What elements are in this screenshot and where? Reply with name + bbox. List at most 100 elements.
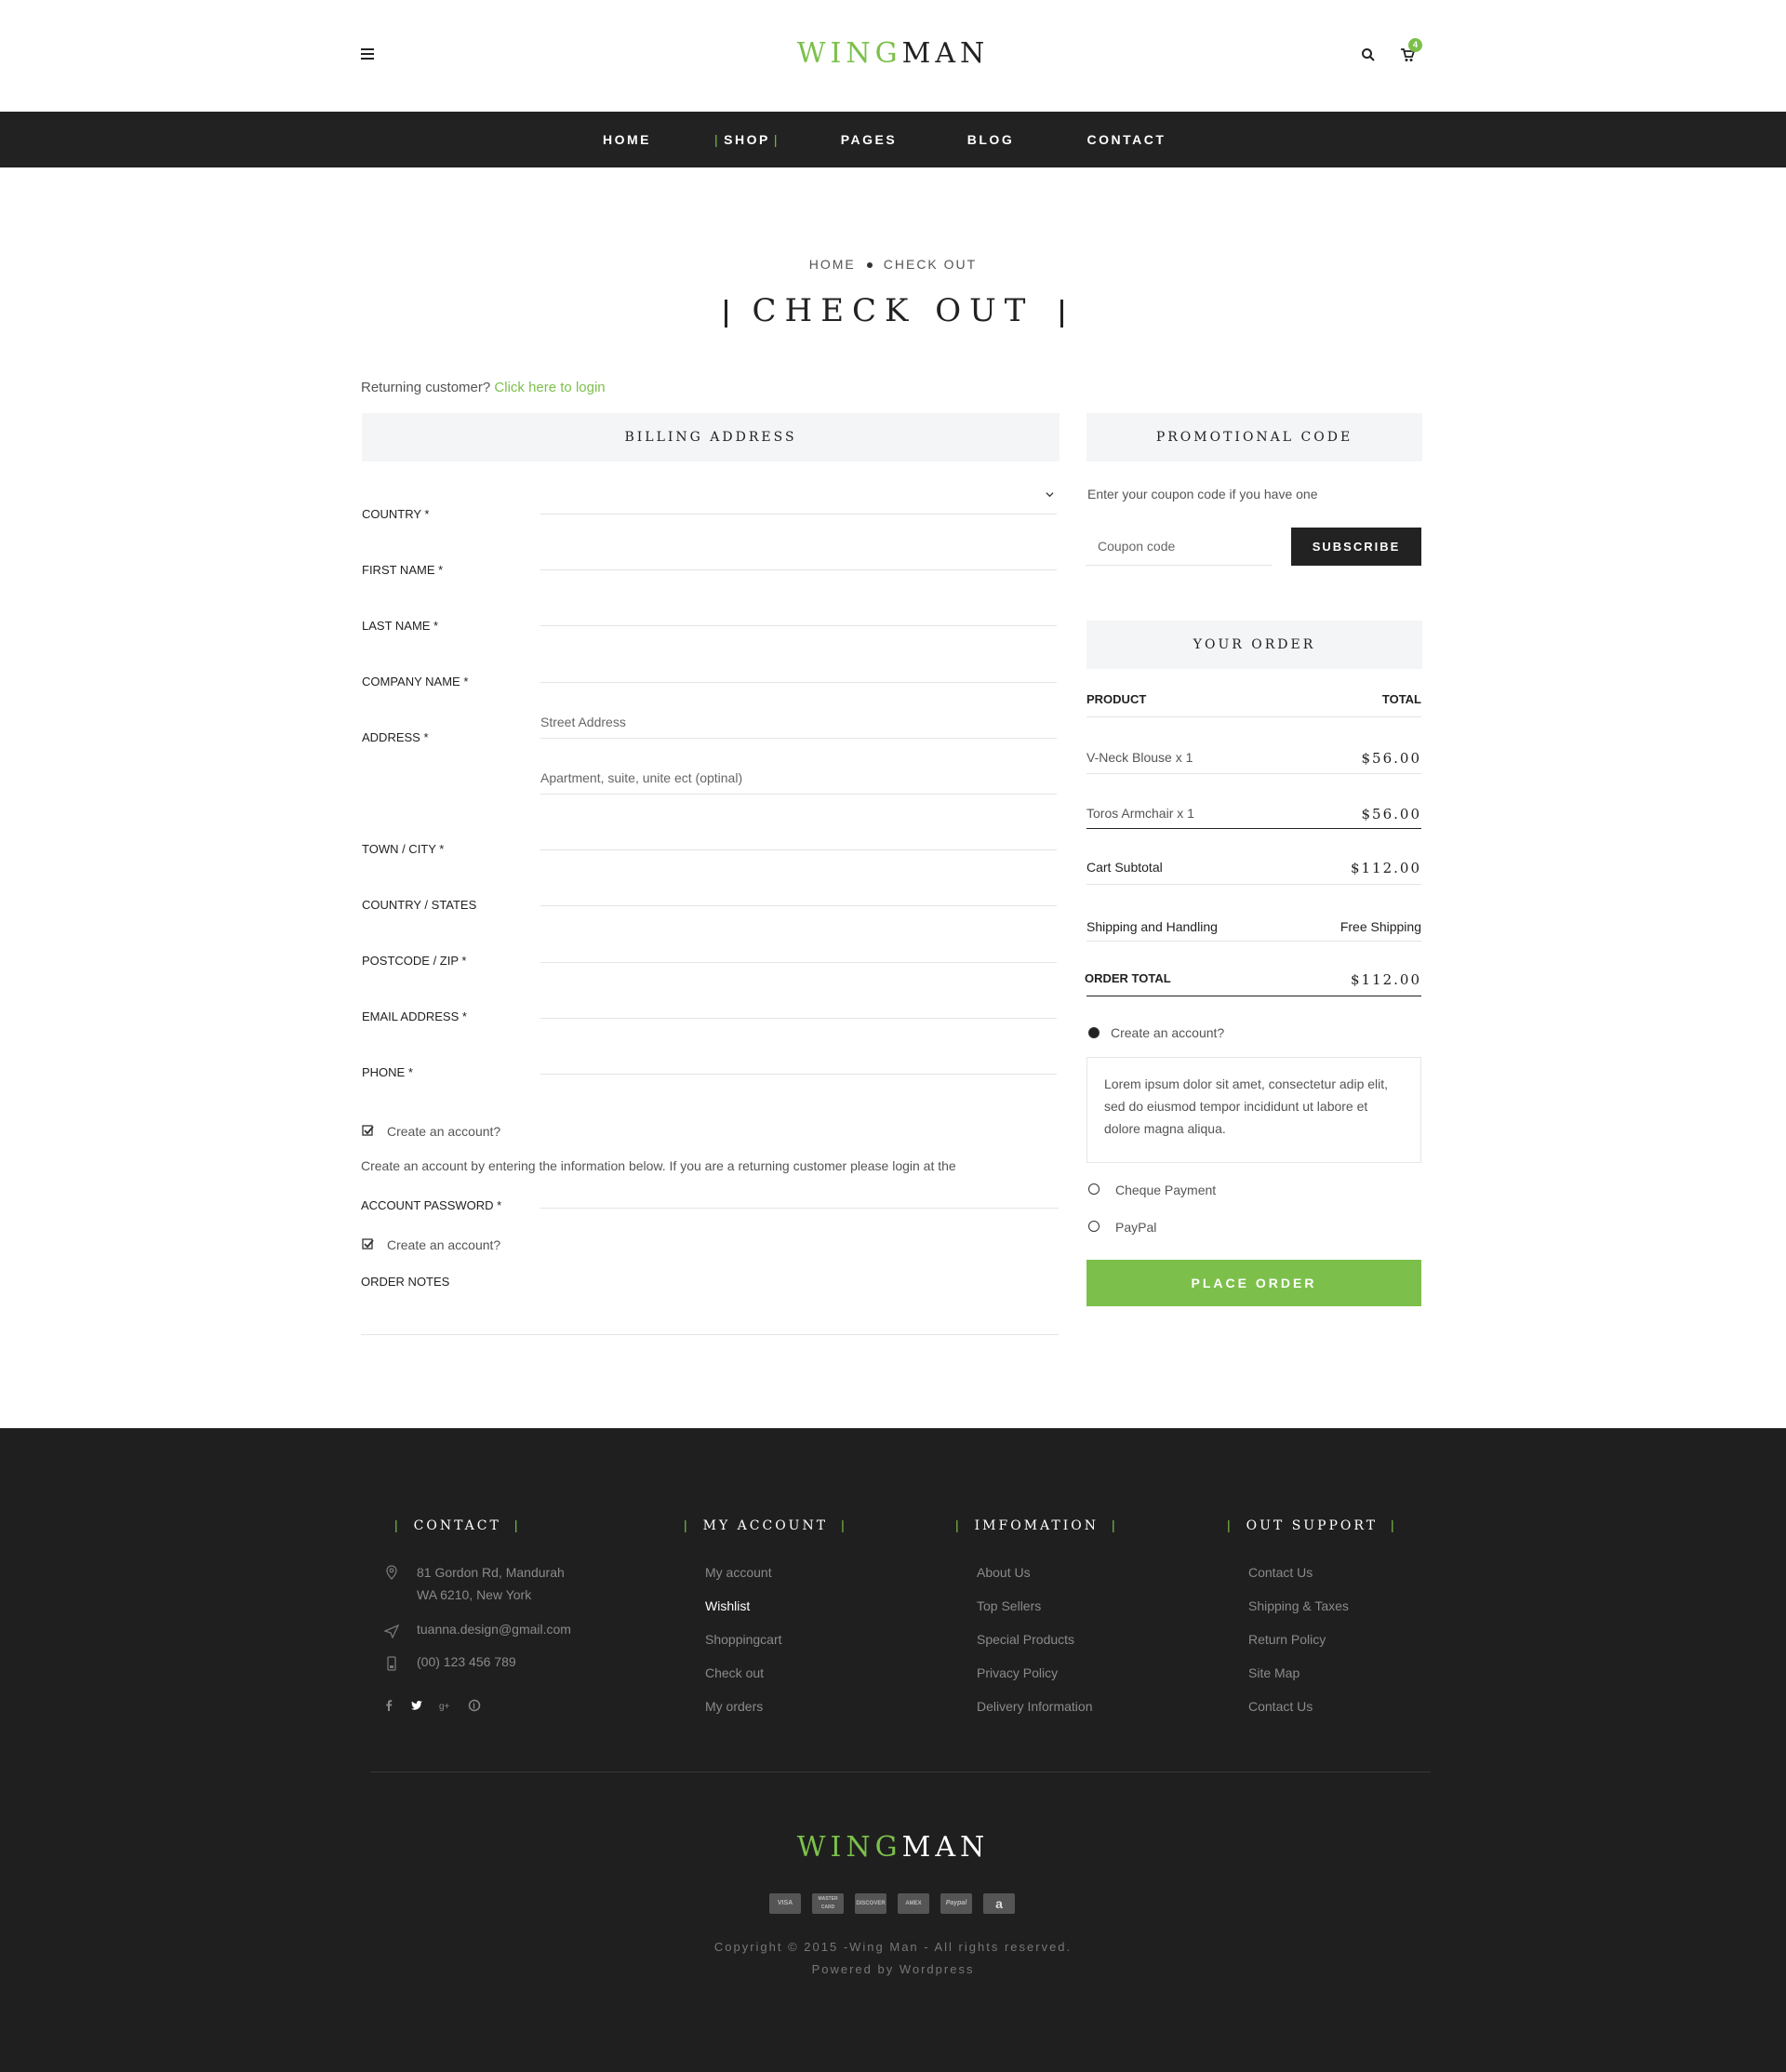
powered-by: Powered by Wordpress (811, 1962, 975, 1976)
radio-selected[interactable] (1088, 1027, 1100, 1038)
country-label: COUNTRY * (362, 507, 430, 521)
footer-link-my-account[interactable]: My account (705, 1565, 772, 1580)
footer-link-site-map[interactable]: Site Map (1248, 1665, 1300, 1680)
footer-link-my-orders[interactable]: My orders (705, 1699, 763, 1714)
last-name-field[interactable] (540, 625, 1057, 626)
breadcrumb: HOME CHECK OUT (0, 257, 1786, 272)
order-divider (1086, 773, 1421, 774)
title-bar: | (1227, 1517, 1233, 1532)
town-label: TOWN / CITY * (362, 842, 445, 856)
last-name-label: LAST NAME * (362, 619, 439, 633)
nav-home[interactable]: HOME (603, 112, 651, 167)
order-item-price: $56.00 (1361, 750, 1421, 767)
breadcrumb-separator (866, 262, 873, 269)
site-logo[interactable]: WINGMAN (0, 37, 1786, 70)
google-plus-icon[interactable]: g+ (439, 1699, 452, 1712)
amazon-icon: a (983, 1893, 1015, 1914)
search-icon[interactable] (1361, 47, 1376, 62)
radio-cheque[interactable] (1088, 1183, 1100, 1195)
nav-shop-label: SHOP (724, 132, 770, 147)
postcode-label: POSTCODE / ZIP * (362, 954, 467, 968)
footer-address-line1: 81 Gordon Rd, Mandurah (417, 1565, 565, 1580)
footer-link-delivery[interactable]: Delivery Information (977, 1699, 1093, 1714)
nav-pages[interactable]: PAGES (841, 112, 897, 167)
phone-label: PHONE * (362, 1065, 413, 1079)
paypal-label: PayPal (1115, 1220, 1157, 1235)
order-total-label: ORDER TOTAL (1085, 971, 1171, 985)
footer-link-checkout[interactable]: Check out (705, 1665, 764, 1680)
logo-green-text: WING (796, 37, 902, 70)
footer-support-title-text: OUT SUPPORT (1246, 1518, 1379, 1533)
nav-blog[interactable]: BLOG (967, 112, 1014, 167)
footer-account-title-text: MY ACCOUNT (702, 1518, 829, 1533)
footer-link-top-sellers[interactable]: Top Sellers (977, 1598, 1041, 1613)
account-password-field[interactable] (540, 1208, 1059, 1209)
twitter-icon[interactable] (410, 1699, 423, 1712)
breadcrumb-home[interactable]: HOME (809, 257, 856, 272)
apartment-field[interactable] (540, 794, 1057, 795)
nav-shop[interactable]: | SHOP | (711, 112, 783, 167)
copyright: Copyright © 2015 -Wing Man - All rights … (713, 1940, 1073, 1954)
states-field[interactable] (540, 905, 1057, 906)
footer-email[interactable]: tuanna.design@gmail.com (417, 1622, 571, 1637)
email-field[interactable] (540, 1018, 1057, 1019)
promo-heading: PROMOTIONAL CODE (1086, 413, 1422, 461)
footer-link-shipping-taxes[interactable]: Shipping & Taxes (1248, 1598, 1349, 1613)
checkbox-checked-icon[interactable] (362, 1238, 374, 1250)
subscribe-button[interactable]: SUBSCRIBE (1291, 528, 1421, 566)
footer-link-about[interactable]: About Us (977, 1565, 1031, 1580)
footer-link-shoppingcart[interactable]: Shoppingcart (705, 1632, 782, 1647)
svg-text:g+: g+ (439, 1702, 450, 1712)
town-field[interactable] (540, 849, 1057, 850)
location-icon (386, 1565, 397, 1580)
pinterest-icon[interactable] (468, 1699, 481, 1712)
footer-link-wishlist[interactable]: Wishlist (705, 1598, 750, 1613)
first-name-field[interactable] (540, 569, 1057, 570)
street-field[interactable] (540, 738, 1057, 739)
apartment-placeholder: Apartment, suite, unite ect (optinal) (540, 770, 743, 785)
footer-link-return-policy[interactable]: Return Policy (1248, 1632, 1326, 1647)
radio-paypal[interactable] (1088, 1221, 1100, 1232)
footer-link-privacy[interactable]: Privacy Policy (977, 1665, 1058, 1680)
title-bar: | (955, 1517, 962, 1532)
billing-heading: BILLING ADDRESS (362, 413, 1060, 461)
coupon-input[interactable] (1086, 527, 1272, 566)
address-label: ADDRESS * (362, 730, 429, 744)
nav-shop-bar-right: | (773, 132, 780, 147)
country-select[interactable] (540, 514, 1057, 515)
create-account-note: Create an account by entering the inform… (361, 1158, 956, 1173)
promo-hint: Enter your coupon code if you have one (1087, 487, 1318, 501)
paypal-icon: Paypal (940, 1893, 972, 1914)
subtotal-label: Cart Subtotal (1086, 860, 1163, 875)
first-name-label: FIRST NAME * (362, 563, 444, 577)
footer-info-title-text: IMFOMATION (974, 1518, 1099, 1533)
footer-link-contact-us[interactable]: Contact Us (1248, 1565, 1313, 1580)
create-account-label-2: Create an account? (387, 1237, 501, 1252)
footer-link-contact-us-2[interactable]: Contact Us (1248, 1699, 1313, 1714)
phone-field[interactable] (540, 1074, 1057, 1075)
order-notes-field[interactable] (361, 1334, 1059, 1335)
create-account-option: Create an account? (1111, 1025, 1225, 1040)
checkbox-checked-icon[interactable] (362, 1125, 374, 1136)
title-bar: | (841, 1517, 847, 1532)
footer-logo-dark: MAN (901, 1831, 990, 1864)
subtotal-value: $112.00 (1350, 860, 1421, 876)
cart-count-badge: 4 (1408, 38, 1422, 52)
title-bar: | (1391, 1517, 1397, 1532)
facebook-icon[interactable] (382, 1699, 395, 1712)
footer-link-special-products[interactable]: Special Products (977, 1632, 1074, 1647)
order-divider (1086, 941, 1421, 942)
company-field[interactable] (540, 682, 1057, 683)
returning-customer: Returning customer? Click here to login (361, 380, 606, 395)
order-item-name: V-Neck Blouse x 1 (1086, 750, 1193, 765)
login-link[interactable]: Click here to login (494, 380, 605, 395)
account-password-label: ACCOUNT PASSWORD * (361, 1198, 502, 1212)
postcode-field[interactable] (540, 962, 1057, 963)
order-divider (1086, 884, 1421, 885)
footer-phone: (00) 123 456 789 (417, 1654, 516, 1669)
place-order-button[interactable]: PLACE ORDER (1086, 1260, 1421, 1306)
nav-contact[interactable]: CONTACT (1087, 112, 1166, 167)
footer-logo[interactable]: WINGMAN (0, 1831, 1786, 1864)
chevron-down-icon[interactable] (1046, 490, 1054, 499)
order-total-value: $112.00 (1350, 971, 1421, 988)
